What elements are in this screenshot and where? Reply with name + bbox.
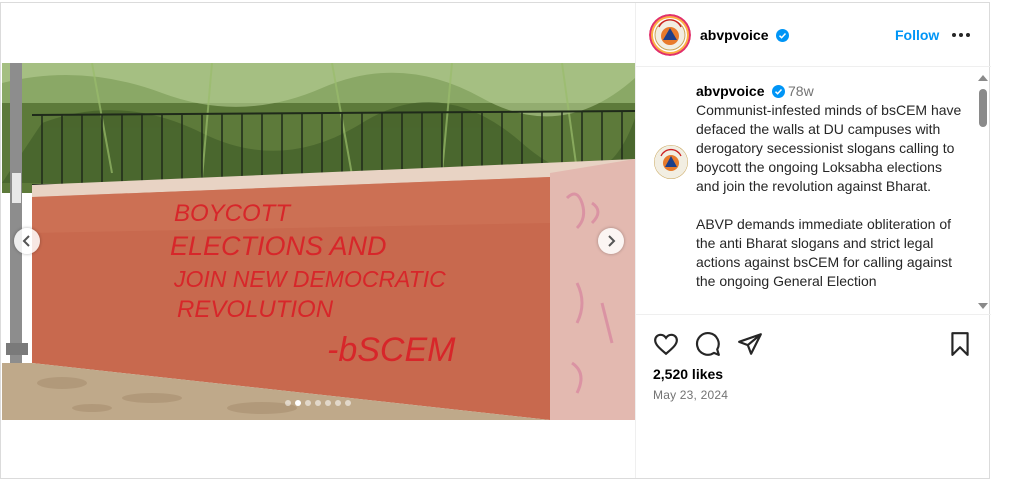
graffiti-line-2: ELECTIONS AND xyxy=(170,231,387,261)
caption-paragraph: ABVP demands immediate obliteration of t… xyxy=(696,216,953,289)
next-slide-button[interactable] xyxy=(598,228,624,254)
likes-count[interactable]: 2,520 likes xyxy=(653,366,723,382)
caption-paragraph: Communist-infested minds of bsCEM have d… xyxy=(696,102,962,194)
verified-badge-icon xyxy=(776,29,790,42)
chevron-right-icon xyxy=(608,235,616,247)
comment-icon xyxy=(695,332,720,356)
chevron-left-icon xyxy=(22,235,30,247)
graffiti-line-1: BOYCOTT xyxy=(174,200,292,227)
graffiti-line-5: -bSCEM xyxy=(327,331,456,369)
carousel-dot xyxy=(335,400,341,406)
graffiti-line-4: REVOLUTION xyxy=(177,296,334,323)
carousel-dot xyxy=(325,400,331,406)
bookmark-icon xyxy=(951,332,969,356)
more-options-button[interactable] xyxy=(951,25,971,45)
header-username[interactable]: abvpvoice xyxy=(700,27,790,43)
caption-scrollbar[interactable] xyxy=(976,73,990,313)
post-container: BOYCOTT ELECTIONS AND JOIN NEW DEMOCRATI… xyxy=(0,2,991,479)
abvp-logo-icon xyxy=(649,14,691,56)
send-icon xyxy=(738,333,762,355)
avatar[interactable] xyxy=(649,14,691,56)
carousel-dot xyxy=(285,400,291,406)
caption-text: Communist-infested minds of bsCEM have d… xyxy=(696,101,966,310)
post-photo[interactable]: BOYCOTT ELECTIONS AND JOIN NEW DEMOCRATI… xyxy=(2,63,635,420)
graffiti-line-3: JOIN NEW DEMOCRATIC xyxy=(173,266,446,292)
header-username-text[interactable]: abvpvoice xyxy=(700,27,768,43)
caption-avatar[interactable] xyxy=(654,145,688,179)
post-header: abvpvoice Follow xyxy=(636,3,991,67)
caption-timestamp[interactable]: 78w xyxy=(788,83,814,99)
post-date: May 23, 2024 xyxy=(653,388,729,402)
verified-badge-icon xyxy=(772,85,786,98)
caption-username-text[interactable]: abvpvoice xyxy=(696,83,764,99)
abvp-logo-icon xyxy=(654,145,688,179)
scroll-thumb[interactable] xyxy=(979,89,987,127)
caption-username[interactable]: abvpvoice xyxy=(696,83,786,99)
scroll-up-arrow-icon[interactable] xyxy=(978,75,988,81)
post-side-panel: abvpvoice Follow abvpvoice 78w Communist… xyxy=(635,3,991,478)
carousel-dot xyxy=(315,400,321,406)
carousel-dot-active xyxy=(295,400,301,406)
post-actions: 2,520 likes May 23, 2024 xyxy=(636,314,991,424)
save-button[interactable] xyxy=(947,331,973,357)
share-button[interactable] xyxy=(737,331,763,357)
comment-button[interactable] xyxy=(695,331,721,357)
scroll-down-arrow-icon[interactable] xyxy=(978,303,988,309)
carousel-dot xyxy=(345,400,351,406)
caption-area[interactable]: abvpvoice 78w Communist-infested minds o… xyxy=(636,68,991,313)
more-dots-icon xyxy=(952,33,970,37)
post-media: BOYCOTT ELECTIONS AND JOIN NEW DEMOCRATI… xyxy=(2,3,635,478)
like-button[interactable] xyxy=(653,331,679,357)
heart-icon xyxy=(654,333,678,356)
carousel-indicator xyxy=(285,400,351,406)
follow-button[interactable]: Follow xyxy=(895,27,939,43)
carousel-dot xyxy=(305,400,311,406)
previous-slide-button[interactable] xyxy=(14,228,40,254)
